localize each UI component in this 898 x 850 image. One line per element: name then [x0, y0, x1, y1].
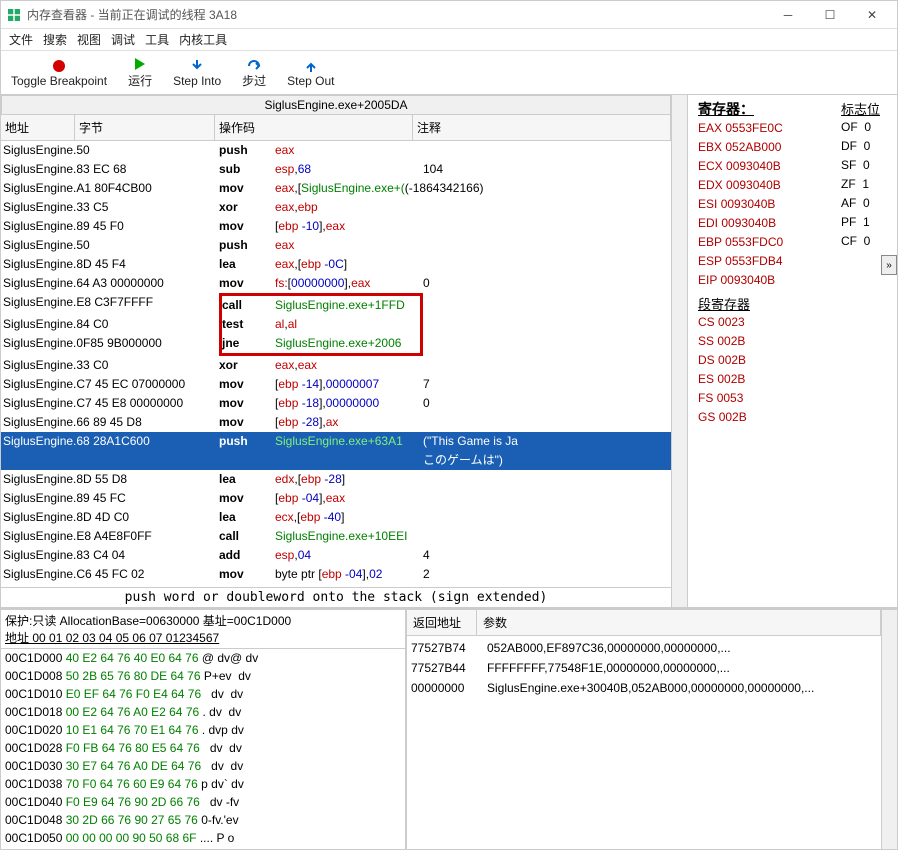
- disasm-row[interactable]: SiglusEngine.A1 80F4CB00moveax,[SiglusEn…: [1, 179, 671, 198]
- register-row: EBP 0553FDC0: [698, 233, 837, 252]
- hex-columns: 地址 00 01 02 03 04 05 06 07 01234567: [5, 629, 401, 646]
- hex-row[interactable]: 00C1D030 30 E7 64 76 A0 DE 64 76 dv dv: [5, 757, 401, 775]
- menu-search[interactable]: 搜索: [43, 31, 67, 48]
- close-button[interactable]: ✕: [851, 1, 893, 29]
- flag-row: SF 0: [841, 156, 891, 175]
- disassembly-pane[interactable]: SiglusEngine.exe+2005DA 地址 字节 操作码 注释 Sig…: [1, 95, 671, 607]
- step-into-button[interactable]: Step Into: [167, 56, 227, 90]
- registers-pane: 寄存器： EAX 0553FE0CEBX 052AB000ECX 0093040…: [687, 95, 897, 607]
- segment-row: CS 0023: [698, 313, 837, 332]
- segment-row: ES 002B: [698, 370, 837, 389]
- app-icon: [5, 6, 23, 24]
- run-button[interactable]: 运行: [117, 54, 163, 91]
- toggle-breakpoint-button[interactable]: Toggle Breakpoint: [5, 56, 113, 90]
- flags-title: 标志位: [841, 99, 891, 118]
- stack-row[interactable]: 77527B74052AB000,EF897C36,00000000,00000…: [411, 638, 877, 658]
- step-over-button[interactable]: 步过: [231, 54, 277, 91]
- segment-row: FS 0053: [698, 389, 837, 408]
- disasm-row[interactable]: SiglusEngine.8D 55 D8leaedx,[ebp -28]: [1, 470, 671, 489]
- flag-row: AF 0: [841, 194, 891, 213]
- stack-scrollbar[interactable]: [881, 610, 897, 849]
- disasm-row[interactable]: SiglusEngine.66 89 45 D8mov[ebp -28],ax: [1, 413, 671, 432]
- register-row: EAX 0553FE0C: [698, 119, 837, 138]
- expand-button[interactable]: »: [881, 255, 897, 275]
- segment-title: 段寄存器: [698, 294, 837, 313]
- registers-title: 寄存器：: [698, 99, 837, 119]
- menu-view[interactable]: 视图: [77, 31, 101, 48]
- toolbar: Toggle Breakpoint 运行 Step Into 步过 Step O…: [1, 51, 897, 95]
- disasm-row[interactable]: SiglusEngine.8D 4D C0leaecx,[ebp -40]: [1, 508, 671, 527]
- disasm-row[interactable]: SiglusEngine.33 C0xoreax,eax: [1, 356, 671, 375]
- register-row: ESI 0093040B: [698, 195, 837, 214]
- disasm-row[interactable]: SiglusEngine.83 EC 68subesp,68104: [1, 160, 671, 179]
- disasm-row[interactable]: SiglusEngine.C6 45 FC 02movbyte ptr [ebp…: [1, 565, 671, 584]
- hex-row[interactable]: 00C1D048 30 2D 66 76 90 27 65 76 0-fv.'e…: [5, 811, 401, 829]
- minimize-button[interactable]: ─: [767, 1, 809, 29]
- disassembly-header: 地址 字节 操作码 注释: [1, 115, 671, 141]
- disasm-row[interactable]: SiglusEngine.50pusheax: [1, 236, 671, 255]
- disasm-row[interactable]: SiglusEngine.83 C4 04addesp,044: [1, 546, 671, 565]
- stack-pane[interactable]: 返回地址 参数 77527B74052AB000,EF897C36,000000…: [407, 610, 881, 849]
- breakpoint-icon: [51, 58, 67, 74]
- status-line: push word or doubleword onto the stack (…: [1, 587, 671, 607]
- flag-row: DF 0: [841, 137, 891, 156]
- register-row: ECX 0093040B: [698, 157, 837, 176]
- titlebar: 内存查看器 - 当前正在调试的线程 3A18 ─ ☐ ✕: [1, 1, 897, 29]
- step-into-icon: [189, 58, 205, 74]
- disasm-row[interactable]: SiglusEngine.E8 C3F7FFFFcallSiglusEngine…: [1, 293, 671, 315]
- hex-row[interactable]: 00C1D008 50 2B 65 76 80 DE 64 76 P+ev dv: [5, 667, 401, 685]
- flag-row: CF 0: [841, 232, 891, 251]
- menu-kernel[interactable]: 内核工具: [179, 31, 227, 48]
- disasm-row[interactable]: SiglusEngine.50pusheax: [1, 141, 671, 160]
- stack-row[interactable]: 00000000SiglusEngine.exe+30040B,052AB000…: [411, 678, 877, 698]
- disasm-row[interactable]: SiglusEngine.8D 45 F4leaeax,[ebp -0C]: [1, 255, 671, 274]
- disasm-row[interactable]: SiglusEngine.89 45 FCmov[ebp -04],eax: [1, 489, 671, 508]
- register-row: EIP 0093040B: [698, 271, 837, 290]
- module-header: SiglusEngine.exe+2005DA: [1, 95, 671, 115]
- play-icon: [132, 56, 148, 72]
- hex-row[interactable]: 00C1D020 10 E1 64 76 70 E1 64 76 . dvp d…: [5, 721, 401, 739]
- menu-debug[interactable]: 调试: [111, 31, 135, 48]
- hex-row[interactable]: 00C1D010 E0 EF 64 76 F0 E4 64 76 dv dv: [5, 685, 401, 703]
- hex-row[interactable]: 00C1D000 40 E2 64 76 40 E0 64 76 @ dv@ d…: [5, 649, 401, 667]
- step-out-icon: [303, 58, 319, 74]
- disasm-row[interactable]: SiglusEngine.C7 45 E8 00000000mov[ebp -1…: [1, 394, 671, 413]
- hex-row[interactable]: 00C1D050 00 00 00 00 90 50 68 6F .... P …: [5, 829, 401, 847]
- disasm-row[interactable]: SiglusEngine.64 A3 00000000movfs:[000000…: [1, 274, 671, 293]
- step-out-button[interactable]: Step Out: [281, 56, 340, 90]
- step-over-icon: [246, 56, 262, 72]
- hex-row[interactable]: 00C1D018 00 E2 64 76 A0 E2 64 76 . dv dv: [5, 703, 401, 721]
- flag-row: ZF 1: [841, 175, 891, 194]
- flag-row: OF 0: [841, 118, 891, 137]
- disasm-row[interactable]: SiglusEngine.68 28A1C600pushSiglusEngine…: [1, 432, 671, 451]
- hex-protect: 保护:只读 AllocationBase=00630000 基址=00C1D00…: [5, 612, 401, 629]
- segment-row: SS 002B: [698, 332, 837, 351]
- stack-row[interactable]: 77527B44FFFFFFFF,77548F1E,00000000,00000…: [411, 658, 877, 678]
- segment-row: GS 002B: [698, 408, 837, 427]
- disasm-row[interactable]: SiglusEngine.89 45 F0mov[ebp -10],eax: [1, 217, 671, 236]
- hex-row[interactable]: 00C1D038 70 F0 64 76 60 E9 64 76 p dv` d…: [5, 775, 401, 793]
- maximize-button[interactable]: ☐: [809, 1, 851, 29]
- window-title: 内存查看器 - 当前正在调试的线程 3A18: [27, 6, 767, 23]
- register-row: EDX 0093040B: [698, 176, 837, 195]
- register-row: EDI 0093040B: [698, 214, 837, 233]
- menu-file[interactable]: 文件: [9, 31, 33, 48]
- hex-pane[interactable]: 保护:只读 AllocationBase=00630000 基址=00C1D00…: [1, 610, 407, 849]
- register-row: EBX 052AB000: [698, 138, 837, 157]
- menubar: 文件 搜索 视图 调试 工具 内核工具: [1, 29, 897, 51]
- segment-row: DS 002B: [698, 351, 837, 370]
- hex-row[interactable]: 00C1D028 F0 FB 64 76 80 E5 64 76 dv dv: [5, 739, 401, 757]
- disasm-row[interactable]: SiglusEngine.E8 A4E8F0FFcallSiglusEngine…: [1, 527, 671, 546]
- disasm-scrollbar[interactable]: [671, 95, 687, 607]
- flag-row: PF 1: [841, 213, 891, 232]
- disasm-row[interactable]: SiglusEngine.C7 45 EC 07000000mov[ebp -1…: [1, 375, 671, 394]
- hex-row[interactable]: 00C1D040 F0 E9 64 76 90 2D 66 76 dv -fv: [5, 793, 401, 811]
- disasm-row[interactable]: SiglusEngine.84 C0testal,al: [1, 315, 671, 334]
- register-row: ESP 0553FDB4: [698, 252, 837, 271]
- menu-tools[interactable]: 工具: [145, 31, 169, 48]
- disasm-row[interactable]: SiglusEngine.0F85 9B000000jneSiglusEngin…: [1, 334, 671, 356]
- stack-header: 返回地址 参数: [407, 610, 881, 636]
- disasm-row[interactable]: SiglusEngine.33 C5xoreax,ebp: [1, 198, 671, 217]
